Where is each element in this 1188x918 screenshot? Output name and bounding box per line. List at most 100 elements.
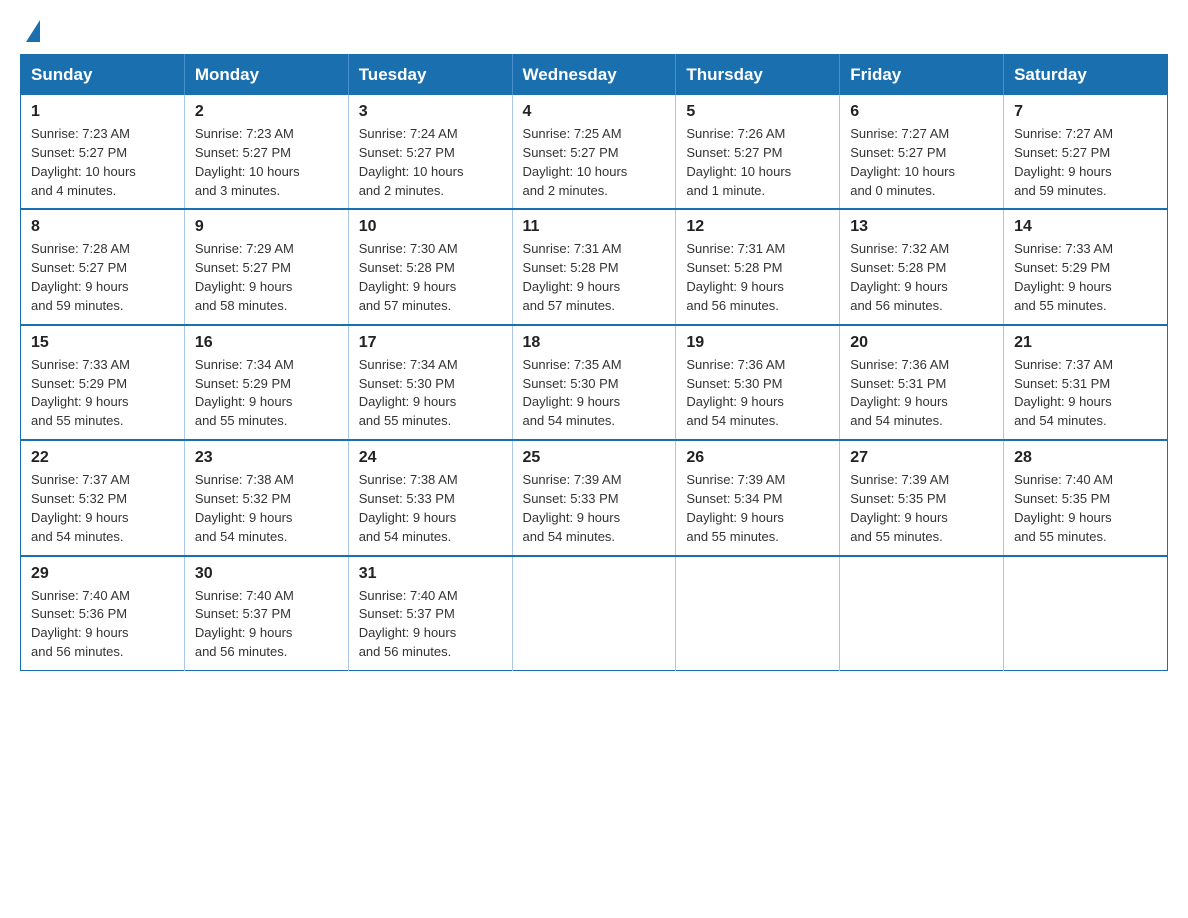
- day-info: Sunrise: 7:40 AMSunset: 5:37 PMDaylight:…: [359, 587, 502, 662]
- day-info: Sunrise: 7:28 AMSunset: 5:27 PMDaylight:…: [31, 240, 174, 315]
- day-number: 2: [195, 103, 338, 121]
- day-number: 5: [686, 103, 829, 121]
- calendar-cell: [840, 556, 1004, 671]
- day-number: 9: [195, 218, 338, 236]
- calendar-cell: 22Sunrise: 7:37 AMSunset: 5:32 PMDayligh…: [21, 440, 185, 555]
- day-info: Sunrise: 7:31 AMSunset: 5:28 PMDaylight:…: [686, 240, 829, 315]
- day-info: Sunrise: 7:34 AMSunset: 5:30 PMDaylight:…: [359, 356, 502, 431]
- day-info: Sunrise: 7:36 AMSunset: 5:31 PMDaylight:…: [850, 356, 993, 431]
- calendar-cell: 29 Sunrise: 7:40 AMSunset: 5:36 PMDayligh…: [21, 556, 185, 671]
- day-number: 6: [850, 103, 993, 121]
- calendar-header-row: SundayMondayTuesdayWednesdayThursdayFrid…: [21, 55, 1168, 96]
- page-header: [20, 20, 1168, 38]
- day-info: Sunrise: 7:38 AMSunset: 5:33 PMDaylight:…: [359, 471, 502, 546]
- day-info: Sunrise: 7:27 AMSunset: 5:27 PMDaylight:…: [850, 125, 993, 200]
- day-number: 16: [195, 334, 338, 352]
- day-info: Sunrise: 7:39 AMSunset: 5:34 PMDaylight:…: [686, 471, 829, 546]
- calendar-cell: 17 Sunrise: 7:34 AMSunset: 5:30 PMDayligh…: [348, 325, 512, 440]
- calendar-cell: 10 Sunrise: 7:30 AMSunset: 5:28 PMDayligh…: [348, 209, 512, 324]
- day-number: 23: [195, 449, 338, 467]
- calendar-cell: 14 Sunrise: 7:33 AMSunset: 5:29 PMDayligh…: [1004, 209, 1168, 324]
- day-info: Sunrise: 7:36 AMSunset: 5:30 PMDaylight:…: [686, 356, 829, 431]
- calendar-cell: 27 Sunrise: 7:39 AMSunset: 5:35 PMDayligh…: [840, 440, 1004, 555]
- day-number: 13: [850, 218, 993, 236]
- calendar-cell: 3 Sunrise: 7:24 AMSunset: 5:27 PMDaylight…: [348, 95, 512, 209]
- day-number: 27: [850, 449, 993, 467]
- day-info: Sunrise: 7:29 AMSunset: 5:27 PMDaylight:…: [195, 240, 338, 315]
- calendar-cell: 2 Sunrise: 7:23 AMSunset: 5:27 PMDaylight…: [184, 95, 348, 209]
- day-info: Sunrise: 7:38 AMSunset: 5:32 PMDaylight:…: [195, 471, 338, 546]
- week-row-3: 15 Sunrise: 7:33 AMSunset: 5:29 PMDayligh…: [21, 325, 1168, 440]
- calendar-cell: [512, 556, 676, 671]
- day-number: 11: [523, 218, 666, 236]
- day-info: Sunrise: 7:40 AMSunset: 5:36 PMDaylight:…: [31, 587, 174, 662]
- day-info: Sunrise: 7:37 AMSunset: 5:31 PMDaylight:…: [1014, 356, 1157, 431]
- calendar-cell: 30Sunrise: 7:40 AMSunset: 5:37 PMDayligh…: [184, 556, 348, 671]
- header-thursday: Thursday: [676, 55, 840, 96]
- header-monday: Monday: [184, 55, 348, 96]
- calendar-cell: 15 Sunrise: 7:33 AMSunset: 5:29 PMDayligh…: [21, 325, 185, 440]
- header-saturday: Saturday: [1004, 55, 1168, 96]
- day-number: 7: [1014, 103, 1157, 121]
- header-friday: Friday: [840, 55, 1004, 96]
- calendar-cell: 26Sunrise: 7:39 AMSunset: 5:34 PMDayligh…: [676, 440, 840, 555]
- week-row-1: 1 Sunrise: 7:23 AMSunset: 5:27 PMDaylight…: [21, 95, 1168, 209]
- calendar-cell: [1004, 556, 1168, 671]
- day-number: 15: [31, 334, 174, 352]
- calendar-cell: [676, 556, 840, 671]
- calendar-cell: 19Sunrise: 7:36 AMSunset: 5:30 PMDayligh…: [676, 325, 840, 440]
- week-row-4: 22Sunrise: 7:37 AMSunset: 5:32 PMDayligh…: [21, 440, 1168, 555]
- day-info: Sunrise: 7:23 AMSunset: 5:27 PMDaylight:…: [195, 125, 338, 200]
- day-info: Sunrise: 7:40 AMSunset: 5:35 PMDaylight:…: [1014, 471, 1157, 546]
- day-info: Sunrise: 7:23 AMSunset: 5:27 PMDaylight:…: [31, 125, 174, 200]
- calendar-cell: 4Sunrise: 7:25 AMSunset: 5:27 PMDaylight…: [512, 95, 676, 209]
- day-info: Sunrise: 7:33 AMSunset: 5:29 PMDaylight:…: [1014, 240, 1157, 315]
- day-number: 3: [359, 103, 502, 121]
- week-row-2: 8 Sunrise: 7:28 AMSunset: 5:27 PMDaylight…: [21, 209, 1168, 324]
- day-info: Sunrise: 7:25 AMSunset: 5:27 PMDaylight:…: [523, 125, 666, 200]
- day-info: Sunrise: 7:33 AMSunset: 5:29 PMDaylight:…: [31, 356, 174, 431]
- calendar-table: SundayMondayTuesdayWednesdayThursdayFrid…: [20, 54, 1168, 671]
- day-info: Sunrise: 7:39 AMSunset: 5:35 PMDaylight:…: [850, 471, 993, 546]
- day-number: 21: [1014, 334, 1157, 352]
- day-number: 20: [850, 334, 993, 352]
- day-info: Sunrise: 7:30 AMSunset: 5:28 PMDaylight:…: [359, 240, 502, 315]
- day-number: 1: [31, 103, 174, 121]
- calendar-cell: 20 Sunrise: 7:36 AMSunset: 5:31 PMDayligh…: [840, 325, 1004, 440]
- day-info: Sunrise: 7:31 AMSunset: 5:28 PMDaylight:…: [523, 240, 666, 315]
- day-number: 28: [1014, 449, 1157, 467]
- calendar-cell: 23 Sunrise: 7:38 AMSunset: 5:32 PMDayligh…: [184, 440, 348, 555]
- calendar-cell: 7Sunrise: 7:27 AMSunset: 5:27 PMDaylight…: [1004, 95, 1168, 209]
- calendar-cell: 5 Sunrise: 7:26 AMSunset: 5:27 PMDaylight…: [676, 95, 840, 209]
- day-number: 25: [523, 449, 666, 467]
- day-number: 30: [195, 565, 338, 583]
- day-number: 17: [359, 334, 502, 352]
- day-number: 8: [31, 218, 174, 236]
- day-info: Sunrise: 7:34 AMSunset: 5:29 PMDaylight:…: [195, 356, 338, 431]
- day-info: Sunrise: 7:39 AMSunset: 5:33 PMDaylight:…: [523, 471, 666, 546]
- header-wednesday: Wednesday: [512, 55, 676, 96]
- day-number: 14: [1014, 218, 1157, 236]
- calendar-cell: 13Sunrise: 7:32 AMSunset: 5:28 PMDayligh…: [840, 209, 1004, 324]
- day-number: 12: [686, 218, 829, 236]
- calendar-cell: 18Sunrise: 7:35 AMSunset: 5:30 PMDayligh…: [512, 325, 676, 440]
- calendar-cell: 1 Sunrise: 7:23 AMSunset: 5:27 PMDaylight…: [21, 95, 185, 209]
- calendar-cell: 8 Sunrise: 7:28 AMSunset: 5:27 PMDaylight…: [21, 209, 185, 324]
- calendar-cell: 31Sunrise: 7:40 AMSunset: 5:37 PMDayligh…: [348, 556, 512, 671]
- calendar-cell: 28 Sunrise: 7:40 AMSunset: 5:35 PMDayligh…: [1004, 440, 1168, 555]
- calendar-cell: 16 Sunrise: 7:34 AMSunset: 5:29 PMDayligh…: [184, 325, 348, 440]
- day-info: Sunrise: 7:26 AMSunset: 5:27 PMDaylight:…: [686, 125, 829, 200]
- logo: [20, 20, 40, 38]
- day-number: 10: [359, 218, 502, 236]
- calendar-cell: 11 Sunrise: 7:31 AMSunset: 5:28 PMDayligh…: [512, 209, 676, 324]
- calendar-cell: 6 Sunrise: 7:27 AMSunset: 5:27 PMDaylight…: [840, 95, 1004, 209]
- header-tuesday: Tuesday: [348, 55, 512, 96]
- calendar-cell: 25 Sunrise: 7:39 AMSunset: 5:33 PMDayligh…: [512, 440, 676, 555]
- day-number: 29: [31, 565, 174, 583]
- day-info: Sunrise: 7:24 AMSunset: 5:27 PMDaylight:…: [359, 125, 502, 200]
- day-number: 24: [359, 449, 502, 467]
- calendar-cell: 9 Sunrise: 7:29 AMSunset: 5:27 PMDaylight…: [184, 209, 348, 324]
- day-info: Sunrise: 7:35 AMSunset: 5:30 PMDaylight:…: [523, 356, 666, 431]
- logo-triangle-icon: [26, 20, 40, 42]
- calendar-cell: 24 Sunrise: 7:38 AMSunset: 5:33 PMDayligh…: [348, 440, 512, 555]
